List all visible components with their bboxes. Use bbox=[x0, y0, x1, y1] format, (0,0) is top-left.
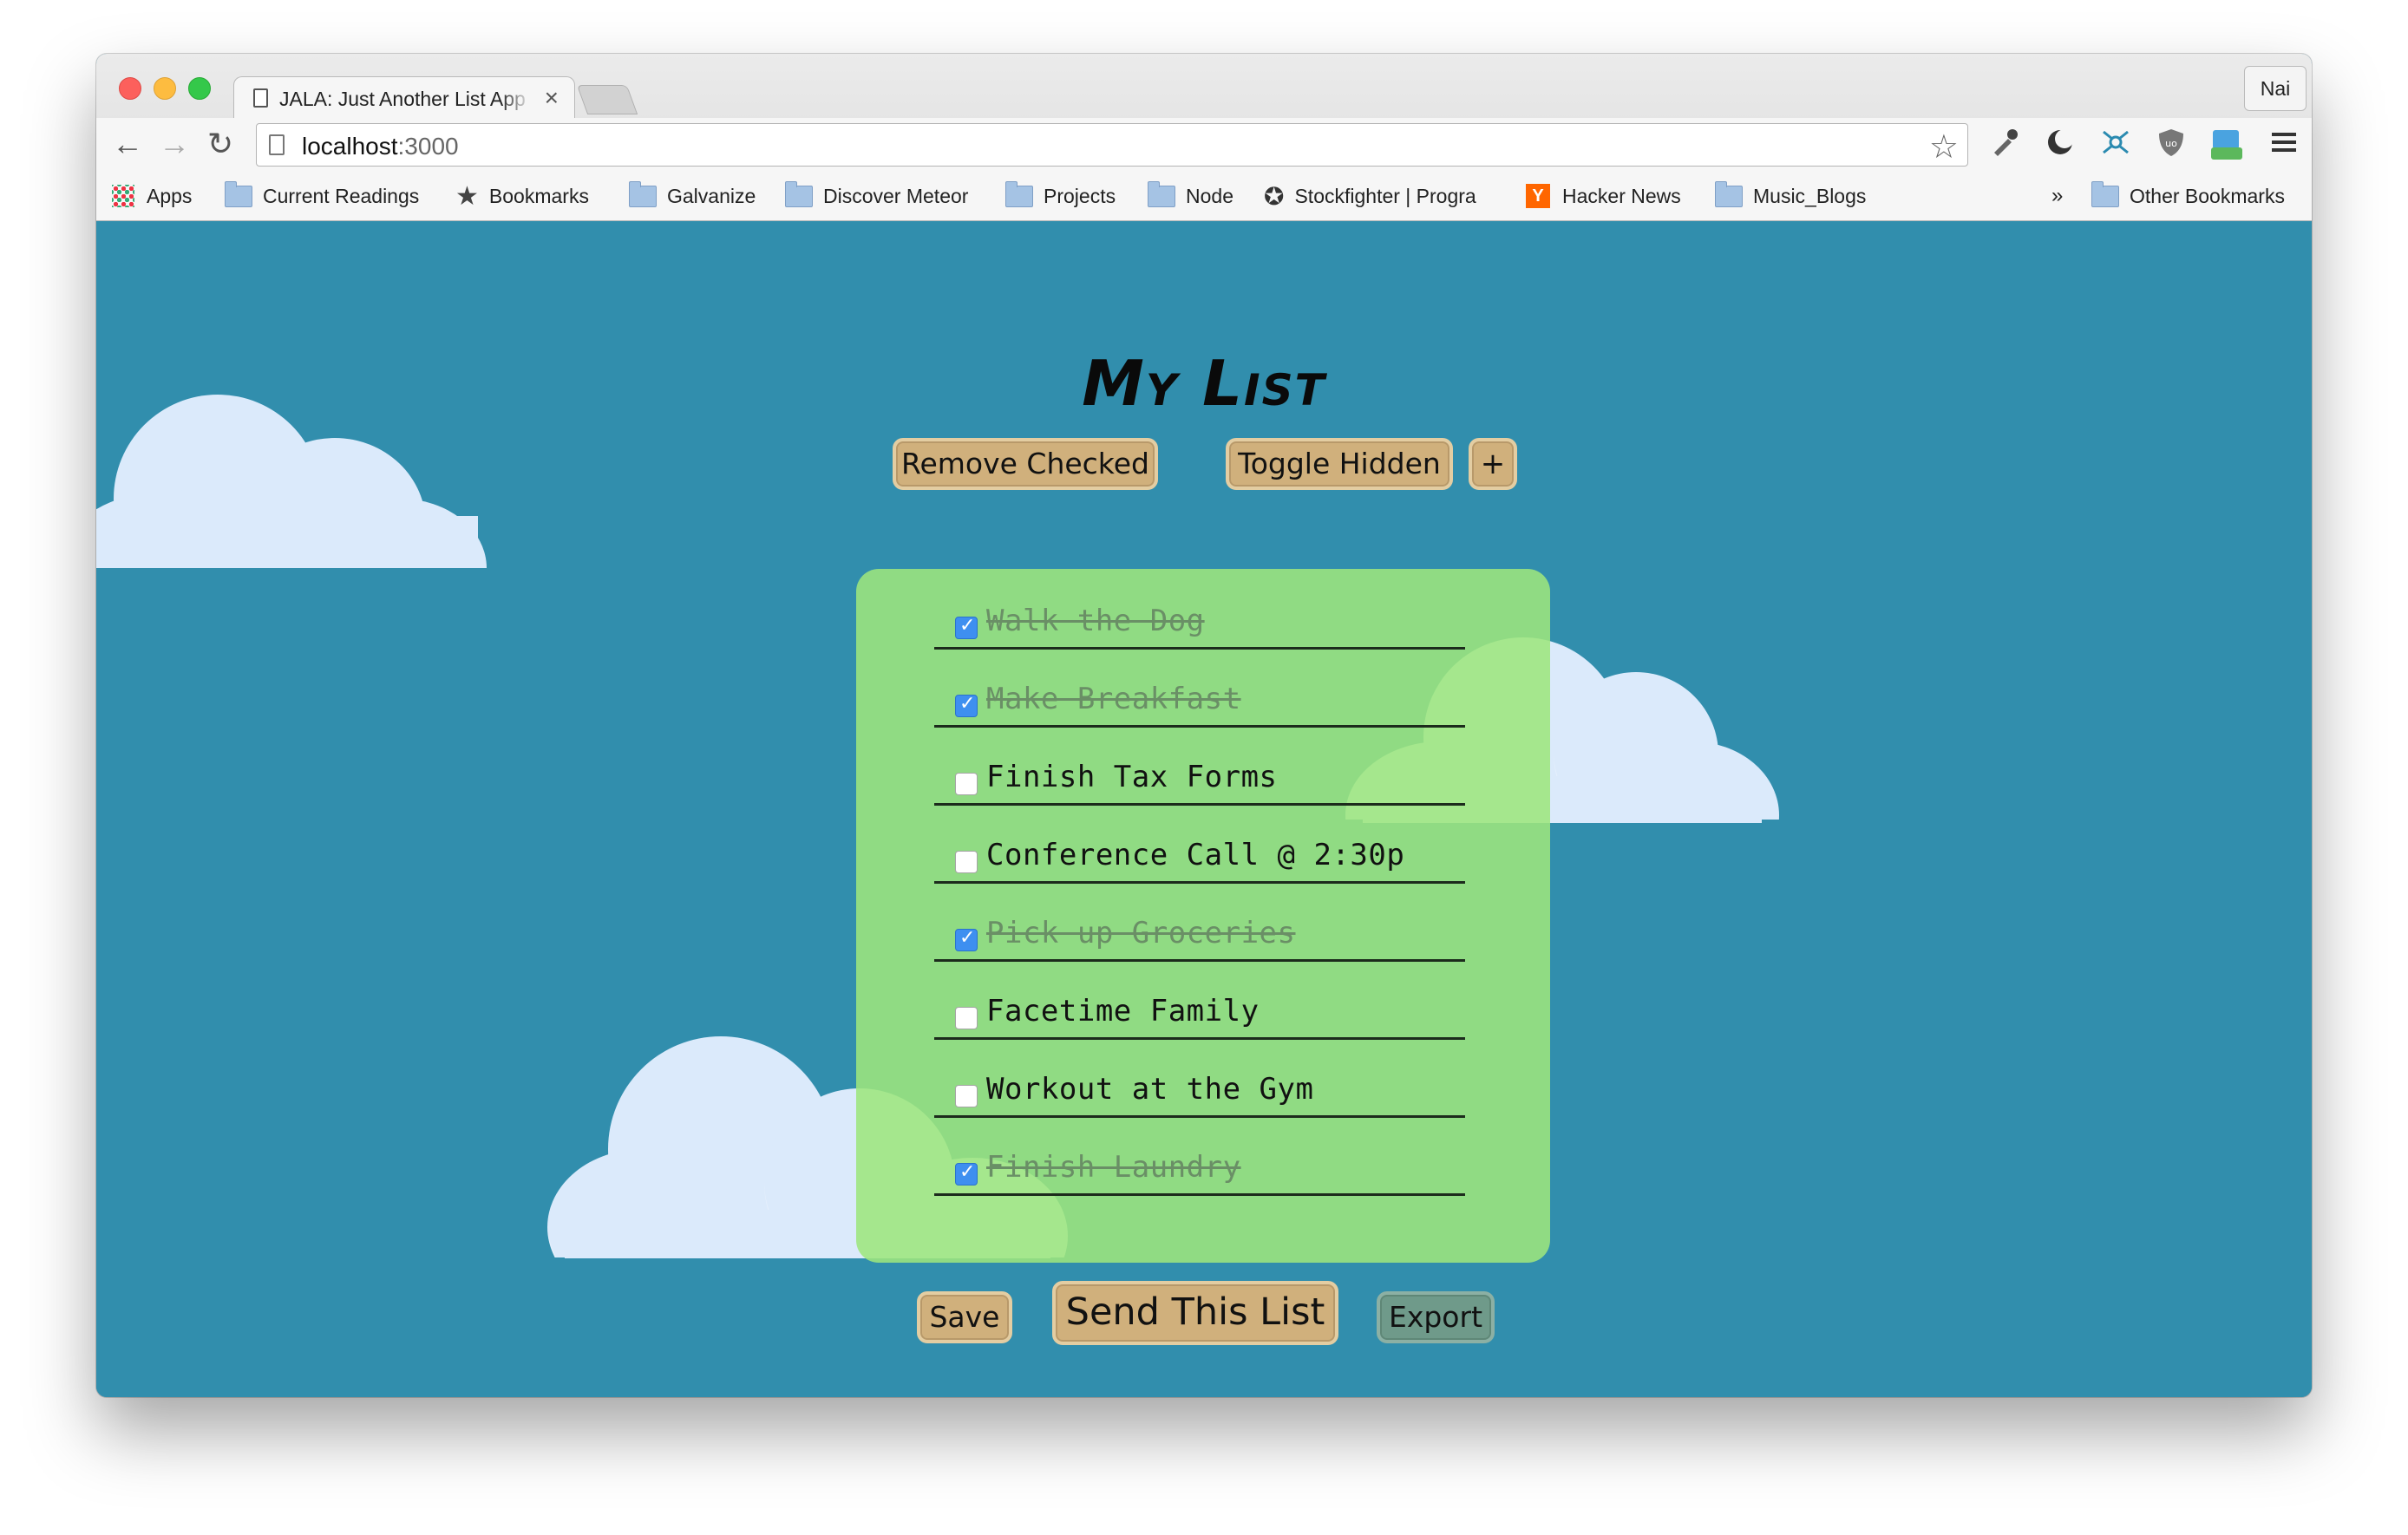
address-bar[interactable]: localhost:3000 ☆ bbox=[256, 123, 1968, 167]
url-host: localhost bbox=[302, 133, 398, 160]
item-checkbox[interactable] bbox=[955, 615, 978, 639]
list-item[interactable]: Finish Laundry bbox=[934, 1115, 1465, 1196]
item-checkbox[interactable] bbox=[955, 693, 978, 717]
item-checkbox[interactable] bbox=[955, 851, 978, 873]
bookmark-current-readings[interactable]: Current Readings bbox=[225, 180, 419, 212]
forward-arrow-icon[interactable]: → bbox=[159, 128, 190, 160]
item-text[interactable]: Facetime Family bbox=[986, 994, 1260, 1029]
bookmark-label: Galvanize bbox=[667, 184, 756, 207]
menu-icon[interactable] bbox=[2267, 127, 2301, 161]
ublock-shield-icon[interactable]: uo bbox=[2154, 127, 2189, 161]
bookmark-other-bookmarks[interactable]: Other Bookmarks bbox=[2091, 180, 2285, 212]
folder-icon bbox=[1005, 180, 1033, 207]
remove-checked-button[interactable]: Remove Checked bbox=[893, 438, 1158, 490]
item-checkbox[interactable] bbox=[955, 1007, 978, 1029]
hacker-news-icon: Y bbox=[1526, 184, 1550, 208]
item-text[interactable]: Make Breakfast bbox=[986, 682, 1241, 716]
bookmark-discover-meteor[interactable]: Discover Meteor bbox=[785, 180, 968, 212]
bookmark-label: Hacker News bbox=[1562, 184, 1681, 207]
network-icon[interactable] bbox=[2098, 127, 2133, 161]
list-item[interactable]: Finish Tax Forms bbox=[934, 725, 1465, 806]
zoom-window-button[interactable] bbox=[188, 77, 211, 100]
folder-icon bbox=[785, 180, 813, 207]
bookmark-label: Music_Blogs bbox=[1753, 184, 1867, 207]
svg-text:uo: uo bbox=[2165, 138, 2177, 149]
bookmark-label: Stockfighter | Progra bbox=[1294, 184, 1476, 207]
item-text[interactable]: Pick up Groceries bbox=[986, 916, 1296, 950]
bookmark-galvanize[interactable]: Galvanize bbox=[629, 180, 756, 212]
tab-close-icon[interactable]: × bbox=[545, 84, 559, 112]
item-text[interactable]: Finish Laundry bbox=[986, 1150, 1241, 1185]
bookmark-label: Node bbox=[1186, 184, 1233, 207]
item-checkbox[interactable] bbox=[955, 1085, 978, 1107]
bookmark-star-icon[interactable]: ☆ bbox=[1929, 127, 1959, 167]
browser-chrome: JALA: Just Another List App × Nai ← → ↻ … bbox=[96, 54, 2312, 221]
bookmarks-bar: Apps Current Readings ★ Bookmarks Galvani… bbox=[96, 172, 2312, 220]
page-title: My List bbox=[1082, 347, 1326, 420]
bookmark-hacker-news[interactable]: Y Hacker News bbox=[1526, 180, 1681, 212]
item-checkbox[interactable] bbox=[955, 773, 978, 795]
bookmark-apps[interactable]: Apps bbox=[112, 180, 192, 212]
list-item[interactable]: Pick up Groceries bbox=[934, 881, 1465, 962]
bookmark-music-blogs[interactable]: Music_Blogs bbox=[1715, 180, 1866, 212]
back-arrow-icon[interactable]: ← bbox=[112, 128, 143, 160]
browser-window: JALA: Just Another List App × Nai ← → ↻ … bbox=[96, 54, 2312, 1397]
bookmark-node[interactable]: Node bbox=[1148, 180, 1233, 212]
bookmark-label: Other Bookmarks bbox=[2130, 184, 2285, 207]
folder-icon bbox=[629, 180, 657, 207]
beta-extension-icon[interactable] bbox=[2209, 127, 2244, 161]
item-text[interactable]: Walk the Dog bbox=[986, 604, 1205, 638]
export-button[interactable]: Export bbox=[1377, 1291, 1495, 1343]
item-checkbox[interactable] bbox=[955, 927, 978, 951]
list-item[interactable]: Make Breakfast bbox=[934, 647, 1465, 728]
bookmarks-overflow-chevron-icon[interactable]: » bbox=[2051, 180, 2063, 212]
bookmark-label: Bookmarks bbox=[488, 184, 589, 207]
folder-icon bbox=[225, 180, 252, 207]
toggle-hidden-button[interactable]: Toggle Hidden bbox=[1226, 438, 1453, 490]
close-window-button[interactable] bbox=[119, 77, 141, 100]
tab-title: JALA: Just Another List App bbox=[279, 88, 526, 110]
reload-icon[interactable]: ↻ bbox=[207, 128, 233, 160]
list-item[interactable]: Workout at the Gym bbox=[934, 1037, 1465, 1118]
page-icon bbox=[253, 88, 268, 108]
moon-icon[interactable] bbox=[2043, 127, 2078, 161]
bookmark-label: Current Readings bbox=[263, 184, 420, 207]
save-button[interactable]: Save bbox=[917, 1291, 1012, 1343]
send-list-button[interactable]: Send This List bbox=[1052, 1281, 1338, 1345]
bookmark-label: Discover Meteor bbox=[823, 184, 969, 207]
app-page: My List Remove Checked Toggle Hidden + W… bbox=[96, 221, 2312, 1397]
profile-button[interactable]: Nai bbox=[2244, 66, 2307, 111]
add-item-button[interactable]: + bbox=[1469, 438, 1517, 490]
folder-icon bbox=[2091, 180, 2119, 207]
star-icon: ★ bbox=[455, 181, 479, 211]
bookmark-label: Projects bbox=[1044, 184, 1116, 207]
page-info-icon[interactable] bbox=[269, 134, 285, 155]
tab-strip: JALA: Just Another List App × Nai bbox=[96, 54, 2312, 121]
item-text[interactable]: Finish Tax Forms bbox=[986, 760, 1278, 794]
minimize-window-button[interactable] bbox=[154, 77, 176, 100]
bookmark-projects[interactable]: Projects bbox=[1005, 180, 1116, 212]
gear-icon: ✪ bbox=[1264, 182, 1285, 210]
toolbar: ← → ↻ localhost:3000 ☆ uo bbox=[96, 118, 2312, 172]
folder-icon bbox=[1715, 180, 1743, 207]
apps-grid-icon bbox=[112, 185, 134, 207]
list-item[interactable]: Walk the Dog bbox=[934, 569, 1465, 650]
list-item[interactable]: Conference Call @ 2:30p bbox=[934, 803, 1465, 884]
bookmark-label: Apps bbox=[147, 184, 193, 207]
new-tab-button[interactable] bbox=[576, 85, 638, 114]
list-item[interactable]: Facetime Family bbox=[934, 959, 1465, 1040]
folder-icon bbox=[1148, 180, 1175, 207]
url-port: :3000 bbox=[397, 133, 459, 160]
url-text: localhost:3000 bbox=[302, 133, 459, 160]
item-checkbox[interactable] bbox=[955, 1161, 978, 1186]
todo-list-card: Walk the Dog Make Breakfast Finish Tax For… bbox=[856, 569, 1550, 1263]
tab-active[interactable]: JALA: Just Another List App × bbox=[233, 76, 575, 121]
item-text[interactable]: Workout at the Gym bbox=[986, 1072, 1313, 1107]
cloud-left bbox=[96, 395, 513, 637]
bookmark-bookmarks[interactable]: ★ Bookmarks bbox=[455, 180, 589, 212]
eyedropper-icon[interactable] bbox=[1987, 127, 2022, 161]
item-text[interactable]: Conference Call @ 2:30p bbox=[986, 838, 1404, 872]
